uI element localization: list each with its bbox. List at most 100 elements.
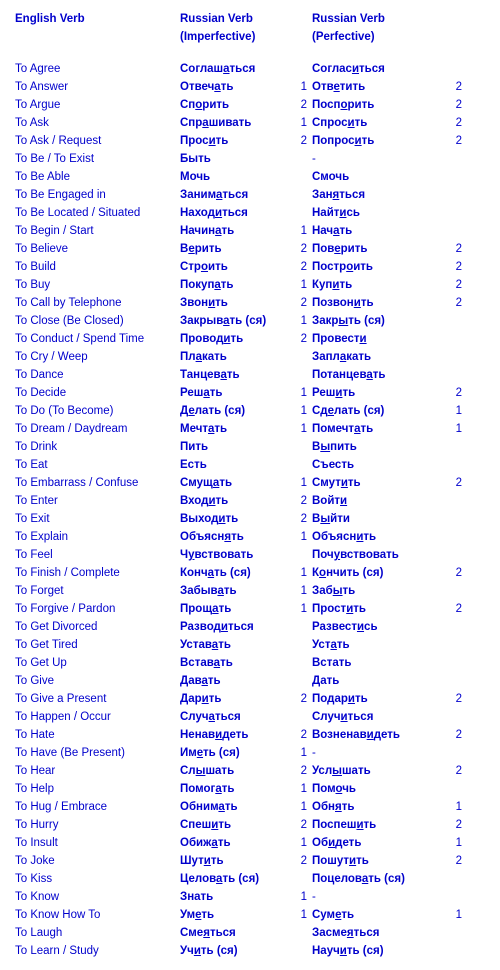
imperfective-verb[interactable]: Учить (ся) <box>180 942 290 960</box>
perfective-verb[interactable]: Провести <box>312 330 445 348</box>
english-verb[interactable]: To Build <box>15 258 180 276</box>
imperfective-verb[interactable]: Есть <box>180 456 290 474</box>
imperfective-verb[interactable]: Плакать <box>180 348 290 366</box>
perfective-verb[interactable]: Помочь <box>312 780 445 798</box>
english-verb[interactable]: To Ask <box>15 114 180 132</box>
english-verb[interactable]: To Begin / Start <box>15 222 180 240</box>
perfective-verb[interactable]: Объяснить <box>312 528 445 546</box>
imperfective-verb[interactable]: Смущать <box>180 474 290 492</box>
english-verb[interactable]: To Conduct / Spend Time <box>15 330 180 348</box>
perfective-verb[interactable]: Выпить <box>312 438 445 456</box>
imperfective-verb[interactable]: Выходить <box>180 510 290 528</box>
english-verb[interactable]: To Laugh <box>15 924 180 942</box>
perfective-verb[interactable]: Встать <box>312 654 445 672</box>
english-verb[interactable]: To Forget <box>15 582 180 600</box>
imperfective-verb[interactable]: Обнимать <box>180 798 290 816</box>
english-verb[interactable]: To Dance <box>15 366 180 384</box>
imperfective-verb[interactable]: Разводиться <box>180 618 290 636</box>
imperfective-verb[interactable]: Верить <box>180 240 290 258</box>
english-verb[interactable]: To Help <box>15 780 180 798</box>
english-verb[interactable]: To Dream / Daydream <box>15 420 180 438</box>
english-verb[interactable]: To Drink <box>15 438 180 456</box>
english-verb[interactable]: To Get Divorced <box>15 618 180 636</box>
imperfective-verb[interactable]: Объяснять <box>180 528 290 546</box>
perfective-verb[interactable]: Найтись <box>312 204 445 222</box>
imperfective-verb[interactable]: Отвечать <box>180 78 290 96</box>
english-verb[interactable]: To Call by Telephone <box>15 294 180 312</box>
perfective-verb[interactable]: Ответить <box>312 78 445 96</box>
perfective-verb[interactable]: Услышать <box>312 762 445 780</box>
imperfective-verb[interactable]: Спрашивать <box>180 114 290 132</box>
english-verb[interactable]: To Hurry <box>15 816 180 834</box>
english-verb[interactable]: To Hug / Embrace <box>15 798 180 816</box>
perfective-verb[interactable]: Обидеть <box>312 834 445 852</box>
english-verb[interactable]: To Hate <box>15 726 180 744</box>
imperfective-verb[interactable]: Забывать <box>180 582 290 600</box>
perfective-verb[interactable]: Потанцевать <box>312 366 445 384</box>
english-verb[interactable]: To Agree <box>15 60 180 78</box>
imperfective-verb[interactable]: Чувствовать <box>180 546 290 564</box>
perfective-verb[interactable]: Простить <box>312 600 445 618</box>
english-verb[interactable]: To Forgive / Pardon <box>15 600 180 618</box>
imperfective-verb[interactable]: Смеяться <box>180 924 290 942</box>
perfective-verb[interactable]: Поспорить <box>312 96 445 114</box>
english-verb[interactable]: To Hear <box>15 762 180 780</box>
english-verb[interactable]: To Decide <box>15 384 180 402</box>
perfective-verb[interactable]: Смутить <box>312 474 445 492</box>
perfective-verb[interactable]: Засмеяться <box>312 924 445 942</box>
imperfective-verb[interactable]: Входить <box>180 492 290 510</box>
perfective-verb[interactable]: Сделать (ся) <box>312 402 445 420</box>
imperfective-verb[interactable]: Решать <box>180 384 290 402</box>
english-verb[interactable]: To Finish / Complete <box>15 564 180 582</box>
english-verb[interactable]: To Eat <box>15 456 180 474</box>
imperfective-verb[interactable]: Иметь (ся) <box>180 744 290 762</box>
english-verb[interactable]: To Ask / Request <box>15 132 180 150</box>
perfective-verb[interactable]: Устать <box>312 636 445 654</box>
english-verb[interactable]: To Embarrass / Confuse <box>15 474 180 492</box>
english-verb[interactable]: To Kiss <box>15 870 180 888</box>
imperfective-verb[interactable]: Находиться <box>180 204 290 222</box>
imperfective-verb[interactable]: Покупать <box>180 276 290 294</box>
perfective-verb[interactable]: Поспешить <box>312 816 445 834</box>
perfective-verb[interactable]: Выйти <box>312 510 445 528</box>
imperfective-verb[interactable]: Ненавидеть <box>180 726 290 744</box>
english-verb[interactable]: To Believe <box>15 240 180 258</box>
english-verb[interactable]: To Get Tired <box>15 636 180 654</box>
perfective-verb[interactable]: Согласиться <box>312 60 445 78</box>
english-verb[interactable]: To Close (Be Closed) <box>15 312 180 330</box>
imperfective-verb[interactable]: Соглашаться <box>180 60 290 78</box>
english-verb[interactable]: To Insult <box>15 834 180 852</box>
imperfective-verb[interactable]: Случаться <box>180 708 290 726</box>
perfective-verb[interactable]: Обнять <box>312 798 445 816</box>
perfective-verb[interactable]: Дать <box>312 672 445 690</box>
perfective-verb[interactable]: Поцеловать (ся) <box>312 870 445 888</box>
imperfective-verb[interactable]: Начинать <box>180 222 290 240</box>
english-verb[interactable]: To Be Able <box>15 168 180 186</box>
imperfective-verb[interactable]: Пить <box>180 438 290 456</box>
imperfective-verb[interactable]: Вставать <box>180 654 290 672</box>
imperfective-verb[interactable]: Обижать <box>180 834 290 852</box>
perfective-verb[interactable]: Смочь <box>312 168 445 186</box>
perfective-verb[interactable]: Построить <box>312 258 445 276</box>
imperfective-verb[interactable]: Проводить <box>180 330 290 348</box>
imperfective-verb[interactable]: Закрывать (ся) <box>180 312 290 330</box>
english-verb[interactable]: To Know <box>15 888 180 906</box>
imperfective-verb[interactable]: Делать (ся) <box>180 402 290 420</box>
perfective-verb[interactable]: Подарить <box>312 690 445 708</box>
imperfective-verb[interactable]: Давать <box>180 672 290 690</box>
english-verb[interactable]: To Argue <box>15 96 180 114</box>
english-verb[interactable]: To Get Up <box>15 654 180 672</box>
imperfective-verb[interactable]: Спешить <box>180 816 290 834</box>
perfective-verb[interactable]: Пошутить <box>312 852 445 870</box>
imperfective-verb[interactable]: Танцевать <box>180 366 290 384</box>
perfective-verb[interactable]: Попросить <box>312 132 445 150</box>
english-verb[interactable]: To Answer <box>15 78 180 96</box>
english-verb[interactable]: To Cry / Weep <box>15 348 180 366</box>
perfective-verb[interactable]: Случиться <box>312 708 445 726</box>
perfective-verb[interactable]: Суметь <box>312 906 445 924</box>
imperfective-verb[interactable]: Уметь <box>180 906 290 924</box>
perfective-verb[interactable]: Позвонить <box>312 294 445 312</box>
imperfective-verb[interactable]: Дарить <box>180 690 290 708</box>
imperfective-verb[interactable]: Целовать (ся) <box>180 870 290 888</box>
perfective-verb[interactable]: Спросить <box>312 114 445 132</box>
